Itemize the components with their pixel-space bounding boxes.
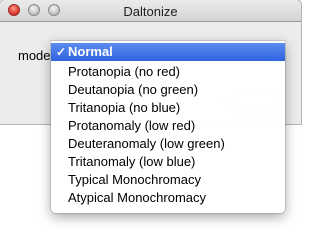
window-title: Daltonize — [123, 4, 178, 19]
menu-item-atypical-monochromacy[interactable]: Atypical Monochromacy — [51, 189, 285, 207]
menu-item-tritanomaly[interactable]: Tritanomaly (low blue) — [51, 153, 285, 171]
menu-item-label: Tritanomaly (low blue) — [68, 154, 196, 169]
menu-item-protanomaly[interactable]: Protanomaly (low red) — [51, 117, 285, 135]
menu-item-label: Typical Monochromacy — [68, 172, 201, 187]
menu-item-label: Normal — [68, 44, 113, 59]
menu-item-tritanopia[interactable]: Tritanopia (no blue) — [51, 99, 285, 117]
menu-item-label: Deutanopia (no green) — [68, 82, 199, 97]
menu-item-label: Protanomaly (low red) — [68, 118, 196, 133]
menu-item-typical-monochromacy[interactable]: Typical Monochromacy — [51, 171, 285, 189]
menu-item-normal[interactable]: ✓ Normal — [51, 43, 285, 61]
menu-item-deuteranomaly[interactable]: Deuteranomaly (low green) — [51, 135, 285, 153]
menu-item-label: Atypical Monochromacy — [68, 190, 206, 205]
mode-label: mode: — [18, 48, 55, 63]
menu-item-protanopia[interactable]: Protanopia (no red) — [51, 63, 285, 81]
title-bar[interactable]: Daltonize — [0, 0, 301, 22]
checkmark-icon: ✓ — [56, 45, 67, 59]
menu-item-label: Protanopia (no red) — [68, 64, 181, 79]
menu-item-label: Tritanopia (no blue) — [68, 100, 181, 115]
menu-item-label: Deuteranomaly (low green) — [68, 136, 225, 151]
mode-dropdown-menu: ✓ Normal Protanopia (no red) Deutanopia … — [51, 41, 285, 213]
menu-item-deutanopia[interactable]: Deutanopia (no green) — [51, 81, 285, 99]
